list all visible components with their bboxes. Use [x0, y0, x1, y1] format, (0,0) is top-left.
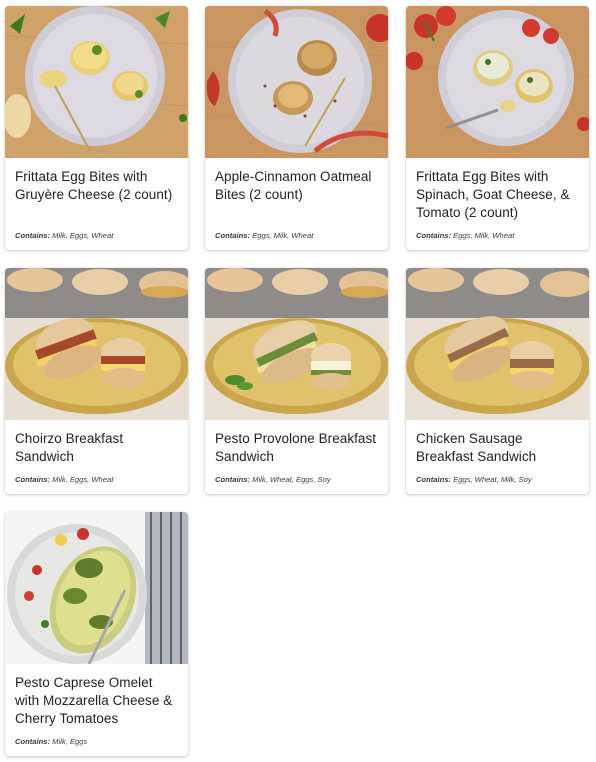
egg-bites-gruyere-photo — [5, 6, 188, 158]
menu-item-title: Choirzo Breakfast Sandwich — [15, 431, 124, 464]
allergen-label: Contains: — [15, 737, 51, 746]
allergen-list: Eggs, Milk, Wheat — [252, 231, 314, 240]
menu-item-title: Pesto Provolone Breakfast Sandwich — [215, 431, 377, 464]
menu-item-card[interactable]: Choirzo Breakfast Sandwich Contains: Mil… — [5, 268, 188, 494]
menu-item-title: Pesto Caprese Omelet with Mozzarella Che… — [15, 675, 173, 726]
allergen-list: Milk, Wheat, Eggs, Soy — [252, 475, 331, 484]
menu-item-card[interactable]: Pesto Provolone Breakfast Sandwich Conta… — [205, 268, 388, 494]
allergen-note: Contains: Milk, Eggs, Wheat — [15, 475, 113, 484]
allergen-label: Contains: — [15, 475, 51, 484]
allergen-label: Contains: — [15, 231, 51, 240]
allergen-list: Eggs, Milk, Wheat — [453, 231, 515, 240]
menu-item-card[interactable]: Pesto Caprese Omelet with Mozzarella Che… — [5, 512, 188, 756]
menu-item-title: Apple-Cinnamon Oatmeal Bites (2 count) — [215, 169, 372, 202]
allergen-label: Contains: — [416, 475, 452, 484]
allergen-note: Contains: Eggs, Milk, Wheat — [416, 231, 514, 240]
allergen-note: Contains: Milk, Eggs, Wheat — [15, 231, 113, 240]
menu-item-card[interactable]: Chicken Sausage Breakfast Sandwich Conta… — [406, 268, 589, 494]
chorizo-sandwich-photo — [5, 268, 188, 420]
chicken-sausage-sandwich-photo — [406, 268, 589, 420]
menu-item-card[interactable]: Frittata Egg Bites with Gruyère Cheese (… — [5, 6, 188, 250]
allergen-label: Contains: — [416, 231, 452, 240]
menu-item-title: Chicken Sausage Breakfast Sandwich — [416, 431, 537, 464]
pesto-sandwich-photo — [205, 268, 388, 420]
allergen-note: Contains: Eggs, Milk, Wheat — [215, 231, 313, 240]
allergen-list: Milk, Eggs, Wheat — [52, 231, 114, 240]
menu-item-title: Frittata Egg Bites with Gruyère Cheese (… — [15, 169, 173, 202]
omelet-photo — [5, 512, 188, 664]
allergen-note: Contains: Eggs, Wheat, Milk, Soy — [416, 475, 532, 484]
oatmeal-bites-photo — [205, 6, 388, 158]
allergen-label: Contains: — [215, 231, 251, 240]
allergen-note: Contains: Milk, Eggs — [15, 737, 87, 746]
menu-item-card[interactable]: Frittata Egg Bites with Spinach, Goat Ch… — [406, 6, 589, 250]
allergen-note: Contains: Milk, Wheat, Eggs, Soy — [215, 475, 331, 484]
allergen-label: Contains: — [215, 475, 251, 484]
egg-bites-spinach-photo — [406, 6, 589, 158]
allergen-list: Eggs, Wheat, Milk, Soy — [453, 475, 532, 484]
menu-item-title: Frittata Egg Bites with Spinach, Goat Ch… — [416, 169, 570, 220]
allergen-list: Milk, Eggs, Wheat — [52, 475, 114, 484]
menu-item-card[interactable]: Apple-Cinnamon Oatmeal Bites (2 count) C… — [205, 6, 388, 250]
allergen-list: Milk, Eggs — [52, 737, 88, 746]
